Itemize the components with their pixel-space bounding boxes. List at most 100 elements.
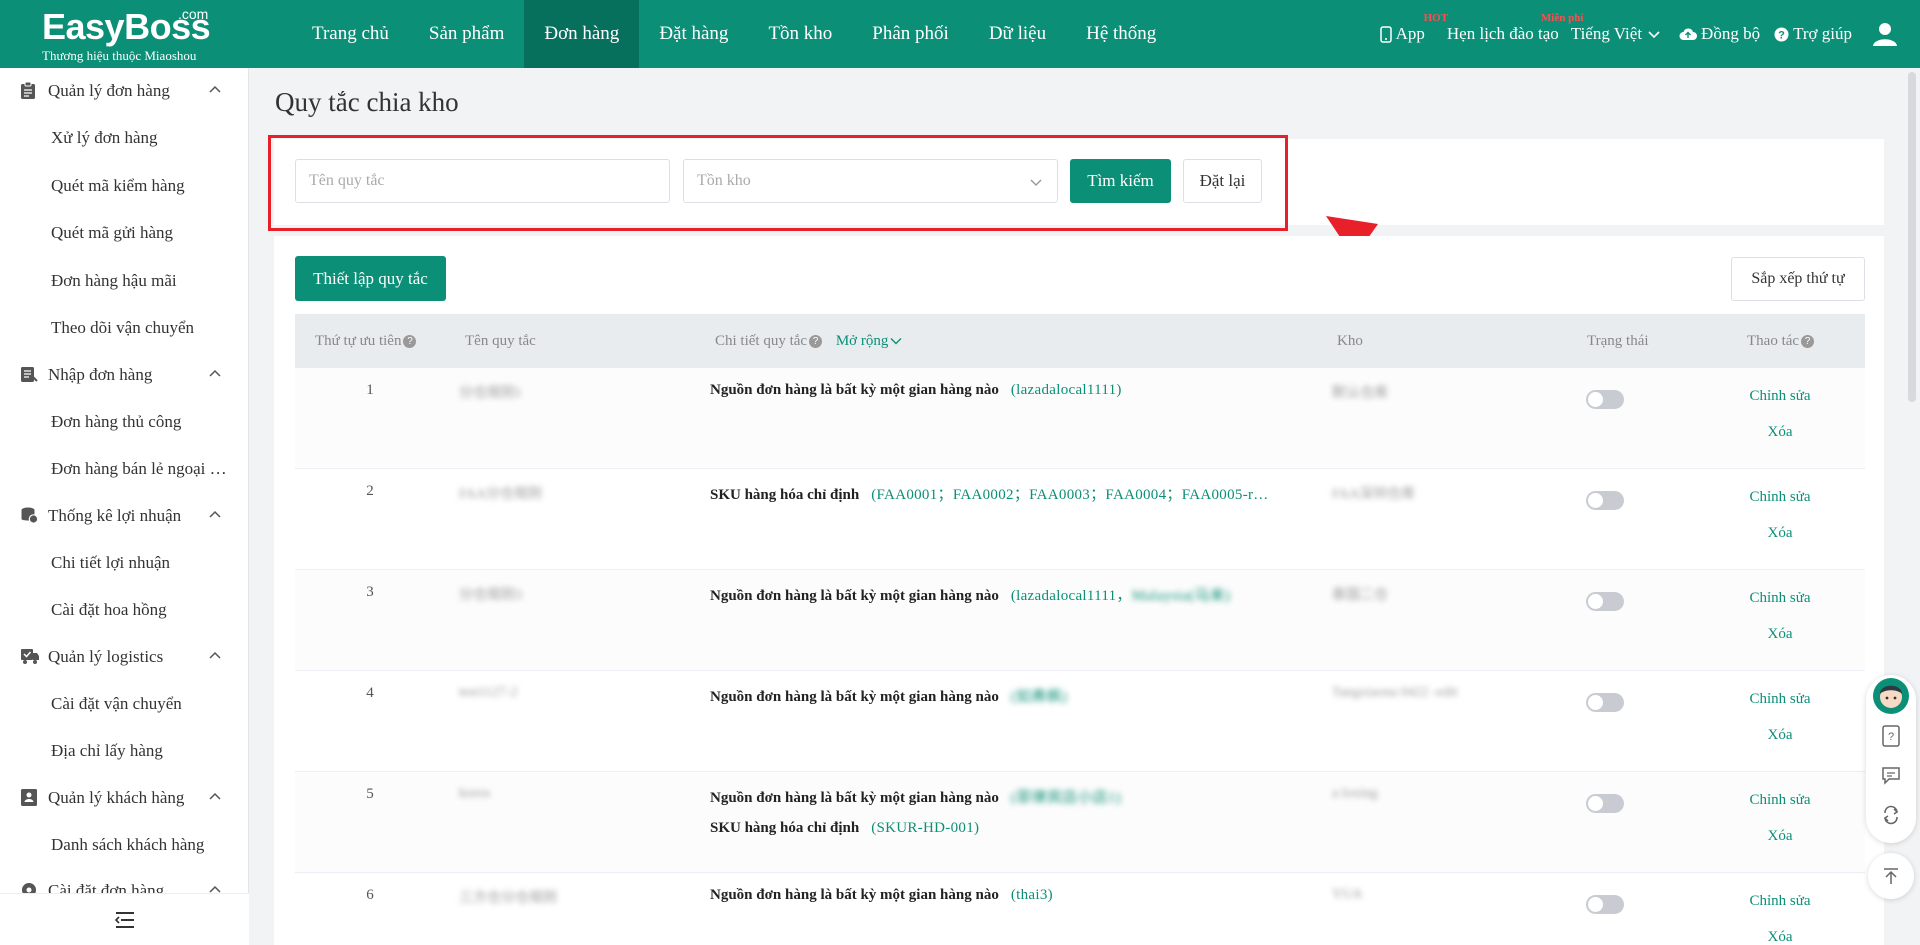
sidebar-item[interactable]: Đơn hàng hậu mãi — [0, 257, 248, 305]
sidebar-item[interactable]: Địa chỉ lấy hàng — [0, 727, 248, 775]
delete-link[interactable]: Xóa — [1695, 929, 1865, 945]
header-actions: Thao tác? — [1695, 314, 1865, 368]
nav-item-5[interactable]: Tồn kho — [748, 0, 852, 68]
message-icon[interactable] — [1881, 765, 1901, 785]
sidebar-item[interactable]: Đơn hàng bán lẻ ngoại tuyến — [0, 445, 248, 493]
edit-link[interactable]: Chỉnh sửa — [1695, 388, 1865, 405]
language-select[interactable]: Tiếng Việt — [1571, 24, 1665, 44]
sidebar-item[interactable]: Quét mã kiểm hàng — [0, 162, 248, 210]
status-toggle[interactable] — [1586, 794, 1624, 813]
sidebar-group-title: Quản lý logistics — [48, 646, 164, 666]
status-toggle[interactable] — [1586, 895, 1624, 914]
edit-link[interactable]: Chỉnh sửa — [1695, 893, 1865, 910]
cell-priority: 4 — [295, 671, 445, 771]
table-row: 4 test1127-2 Nguồn đơn hàng là bất kỳ một … — [295, 671, 1865, 772]
chevron-up-icon — [209, 792, 221, 800]
question-icon[interactable]: ? — [809, 335, 823, 349]
nav-item-4[interactable]: Đặt hàng — [639, 0, 748, 68]
question-icon[interactable]: ? — [1801, 335, 1815, 349]
priority-value: 3 — [366, 584, 374, 600]
help-label: Trợ giúp — [1793, 24, 1852, 43]
header-rule-name: Tên quy tắc — [465, 333, 536, 349]
cell-warehouse: a loxing — [1317, 772, 1567, 872]
rule-label: SKU hàng hóa chỉ định — [710, 820, 860, 836]
sort-order-button[interactable]: Sắp xếp thứ tự — [1731, 257, 1865, 301]
sidebar-group-1[interactable]: Quản lý đơn hàng — [0, 68, 248, 114]
rule-value: (如弗枫) — [1011, 689, 1068, 705]
sidebar-group-title: Quản lý đơn hàng — [48, 81, 170, 100]
rule-label: Nguồn đơn hàng là bất kỳ một gian hàng n… — [710, 689, 999, 705]
rule-line: Nguồn đơn hàng là bất kỳ một gian hàng n… — [710, 584, 1230, 605]
expand-link[interactable]: Mở rộng — [836, 333, 903, 349]
sidebar-group-5[interactable]: Quản lý khách hàng — [0, 775, 248, 821]
user-avatar[interactable] — [1872, 21, 1902, 47]
delete-link[interactable]: Xóa — [1695, 525, 1865, 542]
chevron-up-icon — [209, 510, 221, 518]
question-doc-icon[interactable]: ? — [1881, 725, 1901, 747]
status-toggle[interactable] — [1586, 592, 1624, 611]
nav-item-1[interactable]: Trang chủ — [292, 0, 409, 68]
edit-link[interactable]: Chỉnh sửa — [1695, 590, 1865, 607]
language-label: Tiếng Việt — [1570, 24, 1643, 43]
sidebar-group-4[interactable]: Quản lý logistics — [0, 634, 248, 680]
sidebar-item[interactable]: Cài đặt hoa hồng — [0, 586, 248, 634]
edit-link[interactable]: Chỉnh sửa — [1695, 691, 1865, 708]
nav-item-3[interactable]: Đơn hàng — [524, 0, 640, 68]
refresh-icon[interactable] — [1881, 805, 1901, 825]
training-link[interactable]: Hẹn lịch đào tạo Miễn phí — [1447, 12, 1583, 44]
cell-status — [1567, 671, 1695, 771]
sidebar-collapse-button[interactable] — [0, 893, 249, 945]
rule-name-blurred: test1127-2 — [459, 685, 518, 700]
sidebar-item[interactable]: Danh sách khách hàng — [0, 821, 248, 869]
status-toggle[interactable] — [1586, 693, 1624, 712]
rule-value-blurred: Malaysia(马来) — [1131, 588, 1231, 604]
app-link[interactable]: App HOT — [1379, 12, 1448, 44]
sidebar-item[interactable]: Theo dõi vận chuyển — [0, 304, 248, 352]
delete-link[interactable]: Xóa — [1695, 727, 1865, 744]
page-scrollbar[interactable] — [1908, 72, 1916, 402]
delete-link[interactable]: Xóa — [1695, 828, 1865, 845]
nav-item-2[interactable]: Sản phẩm — [409, 0, 524, 68]
sidebar-item[interactable]: Quét mã gửi hàng — [0, 209, 248, 257]
user-icon — [1873, 23, 1897, 46]
nav-item-7[interactable]: Dữ liệu — [969, 0, 1066, 68]
edit-link[interactable]: Chỉnh sửa — [1695, 489, 1865, 506]
rule-name-blurred: 三方仓分仓规则 — [459, 891, 557, 906]
sidebar-item[interactable]: Xử lý đơn hàng — [0, 114, 248, 162]
logo-suffix: .com — [178, 6, 209, 22]
header-rule-detail: Chi tiết quy tắc? Mở rộng — [695, 314, 1317, 368]
rule-label: SKU hàng hóa chỉ định — [710, 487, 860, 503]
status-toggle[interactable] — [1586, 390, 1624, 409]
table-row: 1 分仓规则1 Nguồn đơn hàng là bất kỳ một gian … — [295, 368, 1865, 469]
setup-rule-button[interactable]: Thiết lập quy tắc — [295, 256, 446, 301]
sidebar-group-3[interactable]: Thống kê lợi nhuận — [0, 493, 248, 539]
logo[interactable]: EasyBoss .com Thương hiệu thuộc Miaoshou — [40, 6, 230, 64]
sync-button[interactable]: Đồng bộ — [1679, 24, 1760, 44]
cell-rule-name: 分仓规则1 — [445, 368, 695, 468]
nav-item-6[interactable]: Phân phối — [852, 0, 969, 68]
status-toggle[interactable] — [1586, 491, 1624, 510]
rule-value: (lazadalocal1111，Malaysia(马来) — [1011, 588, 1230, 604]
rule-label: Nguồn đơn hàng là bất kỳ một gian hàng n… — [710, 588, 999, 604]
rule-name-blurred: FAA分仓规则 — [459, 487, 542, 502]
sidebar-item[interactable]: Chi tiết lợi nhuận — [0, 539, 248, 587]
delete-link[interactable]: Xóa — [1695, 424, 1865, 441]
question-icon[interactable]: ? — [403, 335, 417, 349]
sidebar-group-2[interactable]: Nhập đơn hàng — [0, 352, 248, 398]
svg-text:?: ? — [1888, 731, 1894, 743]
sidebar-item[interactable]: Đơn hàng thủ công — [0, 398, 248, 446]
help-icon: ? — [1774, 27, 1789, 41]
cell-actions: Chỉnh sửa Xóa — [1695, 469, 1865, 569]
table-body: 1 分仓规则1 Nguồn đơn hàng là bất kỳ một gian … — [295, 368, 1865, 945]
rule-value: (lazadalocal1111) — [1011, 382, 1122, 398]
delete-link[interactable]: Xóa — [1695, 626, 1865, 643]
sidebar-item[interactable]: Cài đặt vận chuyển — [0, 680, 248, 728]
edit-link[interactable]: Chỉnh sửa — [1695, 792, 1865, 809]
back-to-top-button[interactable] — [1868, 853, 1914, 899]
table-row: 3 分仓规则3 Nguồn đơn hàng là bất kỳ một gian … — [295, 570, 1865, 671]
page-title: Quy tắc chia kho — [275, 87, 459, 117]
rule-line: SKU hàng hóa chỉ định (FAA0001；FAA0002；FA… — [710, 483, 1269, 504]
nav-item-8[interactable]: Hệ thống — [1066, 0, 1176, 68]
help-button[interactable]: ? Trợ giúp — [1774, 24, 1852, 44]
support-avatar-icon[interactable] — [1872, 677, 1910, 715]
